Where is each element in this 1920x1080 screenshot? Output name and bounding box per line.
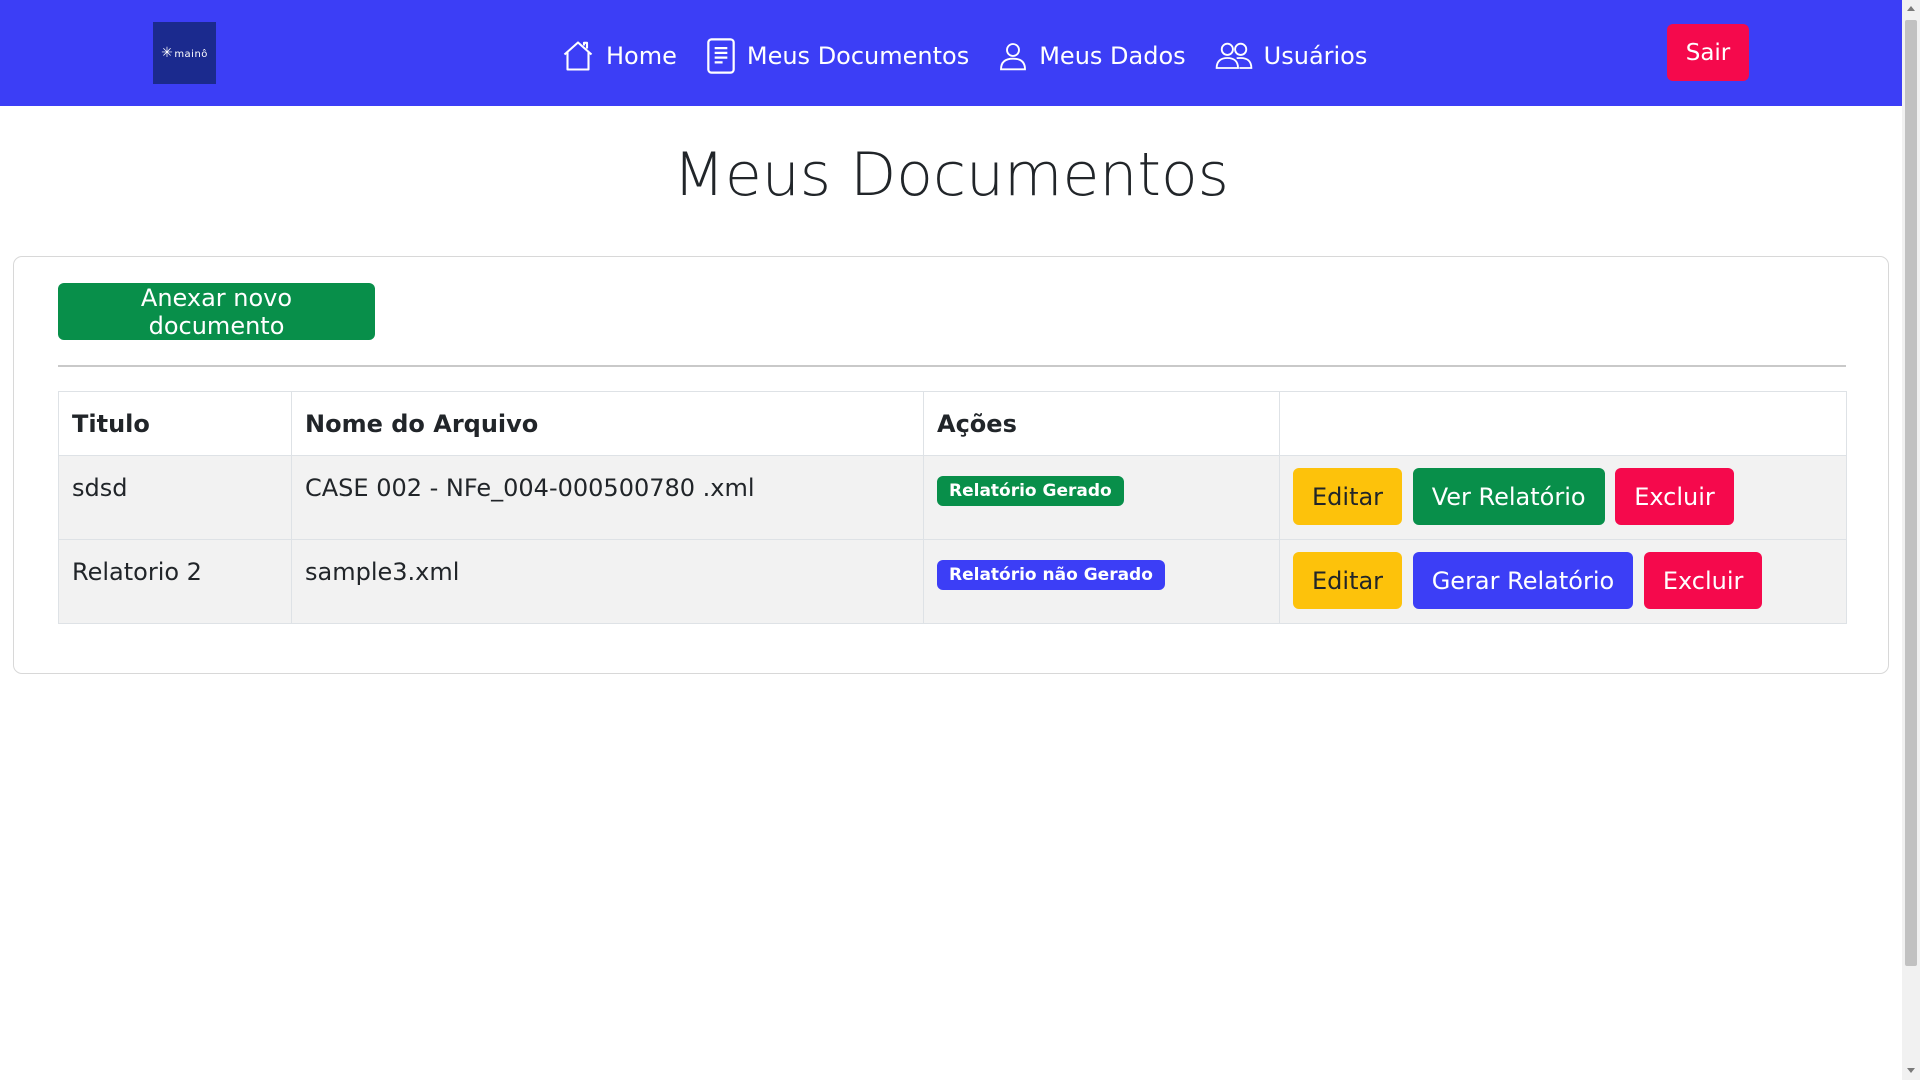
nav-item-meus-dados[interactable]: Meus Dados — [997, 39, 1186, 73]
attach-document-button[interactable]: Anexar novo documento — [58, 283, 375, 340]
status-badge: Relatório não Gerado — [937, 560, 1165, 590]
table-row: sdsd CASE 002 - NFe_004-000500780 .xml R… — [58, 455, 1847, 540]
nav-item-home[interactable]: Home — [560, 38, 677, 74]
people-icon — [1215, 42, 1252, 69]
column-header-buttons — [1279, 391, 1847, 456]
logout-button[interactable]: Sair — [1667, 24, 1749, 81]
row-file-name: sample3.xml — [291, 539, 924, 624]
documents-table: Titulo Nome do Arquivo Ações sdsd CASE 0… — [58, 391, 1847, 624]
column-header-acoes: Ações — [923, 391, 1280, 456]
table-row: Relatorio 2 sample3.xml Relatório não Ge… — [58, 539, 1847, 624]
scroll-down-arrow-icon[interactable] — [1907, 1068, 1915, 1073]
table-header-row: Titulo Nome do Arquivo Ações — [58, 391, 1847, 456]
nav-links: Home Meus Documentos Meus Dados Usuários — [560, 30, 1395, 82]
home-icon — [563, 41, 593, 71]
delete-button[interactable]: Excluir — [1615, 468, 1734, 525]
status-badge: Relatório Gerado — [937, 476, 1124, 506]
row-actions: Editar Ver Relatório Excluir — [1279, 455, 1847, 540]
nav-item-usuarios-label: Usuários — [1263, 42, 1368, 70]
scroll-up-arrow-icon[interactable] — [1907, 6, 1915, 11]
view-report-button[interactable]: Ver Relatório — [1412, 468, 1605, 525]
row-status-cell: Relatório Gerado — [923, 455, 1280, 540]
vertical-scrollbar[interactable] — [1902, 0, 1920, 1080]
logo-text: mainô — [174, 49, 208, 60]
nav-item-meus-dados-label: Meus Dados — [1039, 42, 1186, 70]
scrollbar-thumb[interactable] — [1905, 20, 1917, 966]
edit-button[interactable]: Editar — [1293, 468, 1403, 525]
column-header-nome-arquivo: Nome do Arquivo — [291, 391, 924, 456]
divider — [58, 365, 1846, 367]
delete-button[interactable]: Excluir — [1643, 552, 1763, 609]
documents-card: Anexar novo documento Titulo Nome do Arq… — [13, 256, 1889, 674]
edit-button[interactable]: Editar — [1293, 552, 1403, 609]
nav-item-home-label: Home — [606, 42, 677, 70]
nav-item-usuarios[interactable]: Usuários — [1214, 39, 1368, 73]
nav-item-meus-documentos[interactable]: Meus Documentos — [705, 37, 969, 75]
nav-item-meus-documentos-label: Meus Documentos — [746, 42, 970, 70]
brand-logo[interactable]: ✳mainô — [153, 22, 216, 84]
generate-report-button[interactable]: Gerar Relatório — [1412, 552, 1634, 609]
row-file-name: CASE 002 - NFe_004-000500780 .xml — [291, 455, 924, 540]
person-icon — [1000, 43, 1027, 71]
page-title: Meus Documentos — [673, 140, 1229, 210]
row-status-cell: Relatório não Gerado — [923, 539, 1280, 624]
document-icon — [707, 38, 735, 74]
row-actions: Editar Gerar Relatório Excluir — [1279, 539, 1847, 624]
logo-spark-icon: ✳ — [161, 45, 174, 61]
row-title: Relatorio 2 — [58, 539, 292, 624]
column-header-titulo: Titulo — [58, 391, 292, 456]
row-title: sdsd — [58, 455, 292, 540]
top-navbar: ✳mainô Home Meus Documentos Meus Dados U… — [0, 0, 1902, 106]
